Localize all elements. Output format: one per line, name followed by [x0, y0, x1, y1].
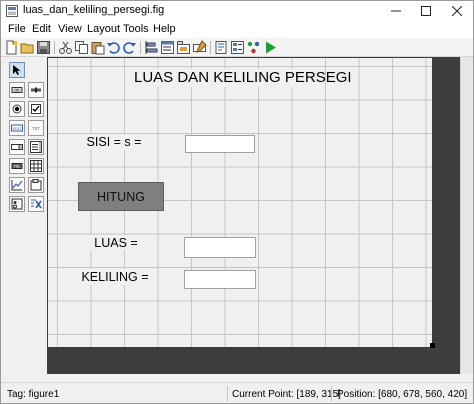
save-icon[interactable] — [36, 40, 51, 55]
popup-menu-icon — [11, 144, 23, 150]
menu-layout[interactable]: Layout — [87, 23, 120, 35]
align-objects-icon[interactable] — [144, 40, 159, 55]
figure-title[interactable]: LUAS DAN KELILING PERSEGI — [134, 69, 352, 87]
slider-tool[interactable] — [28, 82, 44, 98]
toggle-button-tool[interactable]: TGL — [9, 158, 25, 174]
menu-edit[interactable]: Edit — [32, 23, 51, 35]
paste-icon[interactable] — [90, 40, 105, 55]
menu-help[interactable]: Help — [153, 23, 176, 35]
minimize-button[interactable] — [381, 1, 411, 21]
guide-window: luas_dan_keliling_persegi.fig File Edit … — [0, 0, 474, 404]
keliling-label[interactable]: KELILING = — [78, 269, 152, 285]
luas-output[interactable] — [184, 237, 256, 258]
window-title: luas_dan_keliling_persegi.fig — [23, 4, 165, 16]
toolbar-editor-icon[interactable] — [192, 40, 207, 55]
toolbar-separator — [140, 41, 141, 54]
keliling-output[interactable] — [184, 270, 256, 289]
select-tool[interactable] — [9, 62, 25, 78]
svg-text:EDIT: EDIT — [12, 126, 22, 131]
svg-text:OK: OK — [14, 89, 20, 93]
checkbox-icon — [31, 104, 41, 114]
select-arrow-icon — [13, 65, 21, 75]
button-group-tool[interactable] — [9, 196, 25, 212]
tab-order-editor-icon[interactable] — [176, 40, 191, 55]
run-figure-icon[interactable] — [263, 40, 278, 55]
guide-app-icon — [6, 5, 18, 17]
activex-control-tool[interactable] — [28, 196, 44, 212]
listbox-icon — [30, 141, 42, 153]
close-icon — [452, 6, 462, 16]
radio-button-icon — [12, 104, 22, 114]
activex-control-icon — [31, 199, 42, 209]
layout-area: LUAS DAN KELILING PERSEGI SISI = s = HIT… — [47, 57, 460, 374]
toolbar-separator — [210, 41, 211, 54]
status-separator — [331, 386, 332, 401]
vertical-scrollbar[interactable] — [460, 57, 473, 374]
hitung-button-label: HITUNG — [97, 189, 145, 204]
hitung-button[interactable]: HITUNG — [78, 182, 164, 211]
layout-canvas[interactable]: LUAS DAN KELILING PERSEGI SISI = s = HIT… — [48, 58, 432, 347]
new-file-icon[interactable] — [4, 40, 19, 55]
listbox-tool[interactable] — [28, 139, 44, 155]
status-tag: Tag: figure1 — [7, 389, 60, 400]
table-tool[interactable] — [28, 158, 44, 174]
checkbox-tool[interactable] — [28, 101, 44, 117]
push-button-tool[interactable]: OK — [9, 82, 25, 98]
maximize-icon — [421, 6, 431, 16]
minimize-icon — [391, 10, 401, 12]
menu-tools[interactable]: Tools — [123, 23, 149, 35]
popup-menu-tool[interactable] — [9, 139, 25, 155]
toggle-button-icon: TGL — [11, 163, 23, 169]
maximize-button[interactable] — [411, 1, 441, 21]
axes-icon — [11, 180, 23, 191]
redo-icon[interactable] — [122, 40, 137, 55]
undo-icon[interactable] — [106, 40, 121, 55]
edit-text-icon: EDIT — [11, 124, 23, 132]
svg-text:TGL: TGL — [14, 165, 21, 169]
radio-button-tool[interactable] — [9, 101, 25, 117]
toolbar-separator — [54, 41, 55, 54]
push-button-icon: OK — [11, 87, 23, 93]
status-position: Position: [680, 678, 560, 420] — [337, 389, 468, 400]
panel-tool[interactable] — [28, 177, 44, 193]
menu-bar: File Edit View Layout Tools Help — [1, 21, 473, 38]
edit-text-tool[interactable]: EDIT — [9, 120, 25, 136]
open-folder-icon[interactable] — [20, 40, 35, 55]
property-inspector-icon[interactable] — [230, 40, 245, 55]
sisi-input[interactable] — [185, 135, 255, 153]
menu-view[interactable]: View — [58, 23, 82, 35]
copy-icon[interactable] — [74, 40, 89, 55]
title-bar: luas_dan_keliling_persegi.fig — [1, 1, 473, 21]
toolbar — [1, 38, 473, 57]
figure-resize-handle[interactable] — [430, 343, 435, 348]
static-text-icon: TXT — [32, 126, 40, 131]
status-bar: Tag: figure1 Current Point: [189, 315] P… — [1, 382, 473, 403]
axes-tool[interactable] — [9, 177, 25, 193]
table-icon — [30, 160, 42, 172]
close-button[interactable] — [442, 1, 472, 21]
sisi-label[interactable]: SISI = s = — [80, 134, 148, 150]
cut-icon[interactable] — [58, 40, 73, 55]
status-current-point: Current Point: [189, 315] — [232, 389, 341, 400]
editor-icon[interactable] — [214, 40, 229, 55]
button-group-icon — [11, 198, 23, 210]
panel-icon — [30, 179, 42, 191]
object-browser-icon[interactable] — [246, 40, 261, 55]
static-text-tool[interactable]: TXT — [28, 120, 44, 136]
menu-file[interactable]: File — [8, 23, 26, 35]
component-palette: OK EDIT TXT TGL — [1, 57, 47, 377]
slider-icon — [31, 87, 41, 93]
svg-text:TXT: TXT — [32, 126, 40, 131]
luas-label[interactable]: LUAS = — [88, 235, 144, 251]
menu-editor-icon[interactable] — [160, 40, 175, 55]
status-separator — [227, 386, 228, 401]
